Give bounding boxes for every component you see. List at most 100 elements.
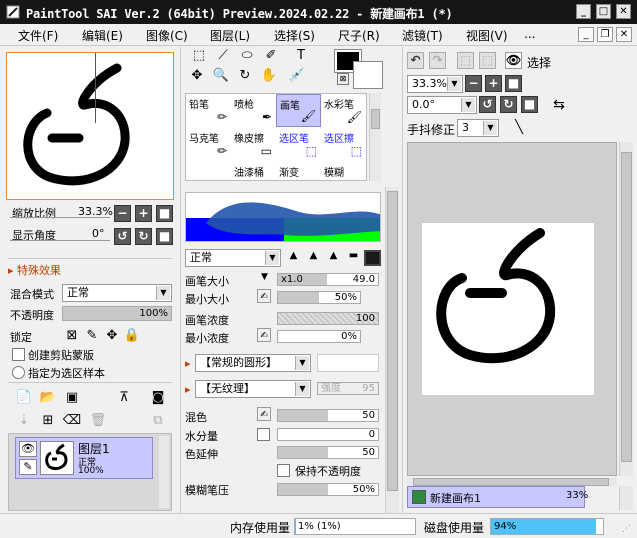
scroll-thumb[interactable] xyxy=(371,109,380,129)
zoom-icon[interactable]: 🔍 xyxy=(211,67,231,85)
sample-radio[interactable] xyxy=(12,366,25,379)
density-slider[interactable]: 100 xyxy=(277,312,379,325)
lasso-icon[interactable]: ⬚ xyxy=(189,47,209,65)
brush-size-slider[interactable]: x1.0 49.0 xyxy=(277,273,379,286)
view-zoom-out-button[interactable]: − xyxy=(465,75,482,92)
layer-scrollbar[interactable] xyxy=(159,436,169,508)
show-selection-icon[interactable]: 👁 xyxy=(505,52,522,69)
delete-layer-icon[interactable]: 🗑 xyxy=(88,412,108,430)
menu-view[interactable]: 视图(V) xyxy=(466,27,508,44)
tab-scrollbar[interactable] xyxy=(619,486,633,510)
min-size-slider[interactable]: 50% xyxy=(277,291,361,304)
brush-shape-select[interactable]: 【常规的圆形】 ▼ xyxy=(195,354,311,372)
opacity-slider[interactable]: 100% xyxy=(62,306,172,321)
brush-shape-square-icon[interactable]: ▬ xyxy=(345,250,362,266)
rotate-right-button[interactable]: ↻ xyxy=(135,228,152,245)
tool-eraser[interactable]: 橡皮擦 ▭ xyxy=(231,128,276,161)
lock-transparency-icon[interactable]: ⊠ xyxy=(62,327,82,345)
scroll-thumb[interactable] xyxy=(621,152,632,462)
tool-panel-scrollbar[interactable] xyxy=(385,187,399,513)
canvas-tab[interactable]: 新建画布1 33% xyxy=(407,486,588,508)
zoom-in-button[interactable]: + xyxy=(135,205,152,222)
flip-horizontal-icon[interactable]: ⇆ xyxy=(549,96,569,114)
tool-blur[interactable]: 模糊 xyxy=(321,162,366,180)
brush-shape-round-icon[interactable]: ▲ xyxy=(285,250,302,266)
mix-slider[interactable]: 50 xyxy=(277,409,379,422)
undo-button[interactable]: ↶ xyxy=(407,52,424,69)
scroll-thumb[interactable] xyxy=(413,478,609,486)
shape-icon[interactable]: ⟋ xyxy=(213,47,233,65)
view-zoom-select[interactable]: 33.3% ▼ xyxy=(407,75,463,93)
eye-icon[interactable]: 👁 xyxy=(19,441,37,457)
rotate-icon[interactable]: ↻ xyxy=(235,67,255,85)
brush-texture-select[interactable]: 【无纹理】 ▼ xyxy=(195,380,311,398)
shape-expand-icon[interactable]: ▸ xyxy=(185,357,191,370)
eyedropper-icon[interactable]: 💉 xyxy=(287,67,307,85)
menu-select[interactable]: 选择(S) xyxy=(274,27,315,44)
menu-ruler[interactable]: 尺子(R) xyxy=(338,27,380,44)
brush-shape-soft-icon[interactable]: ▲ xyxy=(305,250,322,266)
view-rotate-reset-button[interactable]: ■ xyxy=(521,96,538,113)
blur-pressure-slider[interactable]: 50% xyxy=(277,483,379,496)
merge-icon[interactable]: ⊞ xyxy=(38,412,58,430)
lock-paint-icon[interactable]: ✎ xyxy=(82,327,102,345)
pressure-icon[interactable]: ✍ xyxy=(257,328,271,342)
layer-other-icon[interactable]: ⧉ xyxy=(148,412,168,430)
new-folder-icon[interactable]: 📂 xyxy=(38,389,58,407)
canvas-hscrollbar[interactable] xyxy=(407,478,617,486)
clip-mask-checkbox[interactable] xyxy=(12,348,25,361)
redo-button[interactable]: ↷ xyxy=(429,52,446,69)
pressure-icon[interactable]: ✍ xyxy=(257,289,271,303)
menu-file[interactable]: 文件(F) xyxy=(18,27,58,44)
tool-brush[interactable]: 画笔 🖌 xyxy=(276,94,321,127)
brush-mode-select[interactable]: 正常 ▼ xyxy=(185,249,281,267)
tool-watercolor[interactable]: 水彩笔 🖌 xyxy=(321,94,366,127)
effects-title[interactable]: ▸ 特殊效果 xyxy=(8,262,61,278)
keep-opacity-checkbox[interactable] xyxy=(277,464,290,477)
secondary-color-swatch[interactable] xyxy=(353,61,383,89)
lock-all-icon[interactable]: 🔒 xyxy=(122,327,142,345)
tool-airbrush[interactable]: 喷枪 ✒ xyxy=(231,94,276,127)
rotate-left-button[interactable]: ↺ xyxy=(114,228,131,245)
texture-expand-icon[interactable]: ▸ xyxy=(185,383,191,396)
canvas-paper[interactable] xyxy=(422,223,594,395)
tool-grid-scrollbar[interactable] xyxy=(369,93,381,181)
water-checkbox[interactable] xyxy=(257,428,270,441)
navigator-preview[interactable] xyxy=(6,52,174,200)
close-button[interactable]: ✕ xyxy=(616,4,631,19)
texture-strength-slider[interactable]: 强度 95 xyxy=(317,382,379,395)
doc-minimize-button[interactable]: _ xyxy=(578,27,594,42)
menu-more[interactable]: ... xyxy=(524,27,535,41)
doc-restore-button[interactable]: ❐ xyxy=(597,27,613,42)
line-tool-icon[interactable]: ╲ xyxy=(509,119,529,137)
brush-shape-flat-icon[interactable]: ▲ xyxy=(325,250,342,266)
zoom-reset-button[interactable]: ■ xyxy=(156,205,173,222)
canvas-viewport[interactable] xyxy=(407,142,617,476)
tool-select-pen[interactable]: 选区笔 ⬚ xyxy=(276,128,321,161)
zoom-out-button[interactable]: − xyxy=(114,205,131,222)
pressure-icon[interactable]: ✍ xyxy=(257,407,271,421)
layer-align-icon[interactable]: ⊼ xyxy=(114,389,134,407)
layer-mask-icon[interactable]: ◙ xyxy=(148,389,168,407)
minimize-button[interactable]: _ xyxy=(576,4,591,19)
new-layer-icon[interactable]: 📄 xyxy=(14,389,34,407)
clear-layer-icon[interactable]: ⌫ xyxy=(62,412,82,430)
menu-filter[interactable]: 滤镜(T) xyxy=(402,27,443,44)
text-icon[interactable]: T xyxy=(291,47,311,65)
tool-marker[interactable]: 马克笔 ✏ xyxy=(186,128,231,161)
tool-pencil[interactable]: 铅笔 ✏ xyxy=(186,94,231,127)
canvas-vscrollbar[interactable] xyxy=(619,142,633,476)
view-angle-select[interactable]: 0.0° ▼ xyxy=(407,96,477,114)
min-density-slider[interactable]: 0% xyxy=(277,330,361,343)
maximize-button[interactable]: □ xyxy=(596,4,611,19)
hand-icon[interactable]: ✋ xyxy=(259,67,279,85)
menu-layer[interactable]: 图层(L) xyxy=(210,27,250,44)
stabilizer-select[interactable]: 3 ▼ xyxy=(457,119,499,137)
menu-image[interactable]: 图像(C) xyxy=(146,27,188,44)
invert-select-button[interactable]: ⬚ xyxy=(479,52,496,69)
rotate-reset-button[interactable]: ■ xyxy=(156,228,173,245)
new-mask-icon[interactable]: ▣ xyxy=(62,389,82,407)
pencil-icon[interactable]: ✎ xyxy=(19,459,37,475)
blend-mode-select[interactable]: 正常 ▼ xyxy=(62,284,172,302)
brush-shape-edge-icon[interactable] xyxy=(364,250,381,266)
